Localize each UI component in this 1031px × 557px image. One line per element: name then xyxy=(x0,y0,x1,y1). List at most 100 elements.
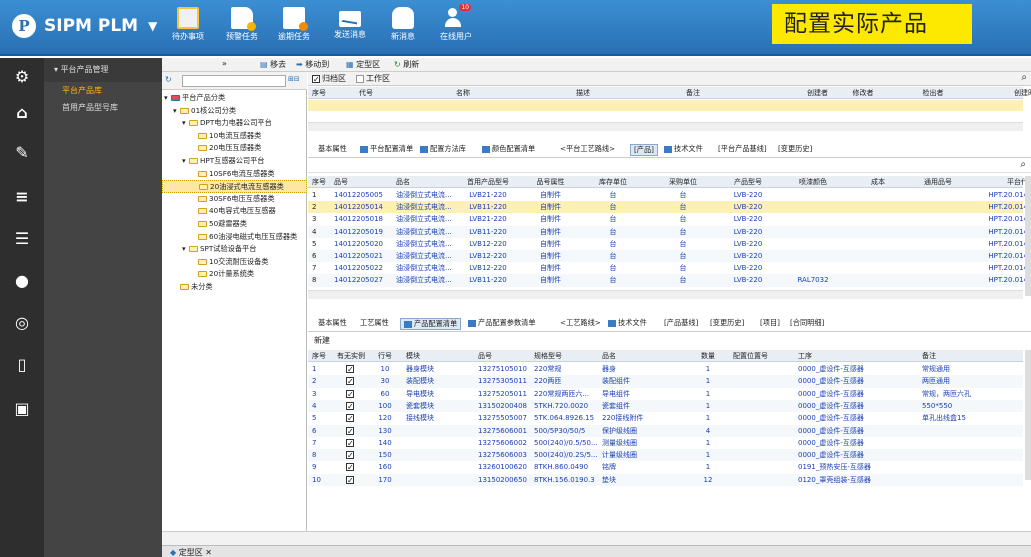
tree-node[interactable]: 50避雷器类 xyxy=(162,218,307,231)
todo-button[interactable]: 待办事项 xyxy=(160,7,216,42)
tab-7[interactable]: [平台产品基线] xyxy=(718,144,767,154)
tab-2[interactable]: 产品配置清单 xyxy=(400,318,462,330)
column-header[interactable]: 修改者 xyxy=(828,87,898,99)
tree-expand-icon[interactable]: ⊞⊟ xyxy=(288,75,302,87)
archive-area-toggle[interactable]: 归档区 xyxy=(312,73,346,84)
column-header[interactable]: 备注 xyxy=(648,87,738,99)
table-row[interactable]: 6 14012205021 油浸倒立式电流... LVB12-220 自制件 台 台 LVB-… xyxy=(308,250,1028,263)
column-header[interactable]: 品号 xyxy=(478,350,528,362)
tab-1[interactable]: 平台配置清单 xyxy=(360,144,413,154)
column-header[interactable]: 成本 xyxy=(848,176,908,188)
tab-7[interactable]: [变更历史] xyxy=(710,318,744,328)
column-header[interactable]: 工序 xyxy=(798,350,878,362)
column-header[interactable]: 首用产品型号 xyxy=(458,176,518,188)
column-header[interactable]: 创建者 xyxy=(738,87,828,99)
target-icon[interactable]: ◎ xyxy=(11,312,33,334)
column-header[interactable]: 品名 xyxy=(396,176,451,188)
table-row[interactable]: 7 140 13275606002 500(240)/0.5/50... 测量级线圈 1 0… xyxy=(308,437,1023,449)
search-icon[interactable]: ⌕ xyxy=(1020,159,1026,170)
new-message-button[interactable]: 新消息 xyxy=(375,7,431,42)
nav-item-model-library[interactable]: 首用产品型号库 xyxy=(44,99,162,116)
column-header[interactable]: 描述 xyxy=(518,87,648,99)
instance-checkbox[interactable] xyxy=(346,389,354,398)
mid-horizontal-scrollbar[interactable] xyxy=(308,290,1023,299)
tree-node[interactable]: 10交流耐压设备类 xyxy=(162,256,307,269)
column-header[interactable]: 创建时间 xyxy=(968,87,1031,99)
overdue-task-button[interactable]: 逾期任务 xyxy=(266,7,322,42)
instance-checkbox[interactable] xyxy=(346,377,354,386)
table-row[interactable]: 2 14012205014 油浸倒立式电流... LVB11-220 自制件 台 台 LVB-… xyxy=(308,201,1028,214)
work-area-toggle[interactable]: 工作区 xyxy=(356,73,390,84)
tab-0[interactable]: 基本属性 xyxy=(318,318,347,328)
column-header[interactable]: 规格型号 xyxy=(534,350,602,362)
nav-item-platform-library[interactable]: 平台产品库 xyxy=(44,82,162,99)
table-row[interactable]: 8 150 13275606003 500(240)/0.2S/5... 计量级线圈 1 0… xyxy=(308,449,1023,462)
warning-task-button[interactable]: 预警任务 xyxy=(214,7,270,42)
column-header[interactable]: 产品型号 xyxy=(713,176,783,188)
tab-5[interactable]: [产品] xyxy=(630,144,658,156)
tree-search-input[interactable] xyxy=(182,75,286,87)
database-settings-icon[interactable]: ≡ xyxy=(11,186,33,208)
instance-checkbox[interactable] xyxy=(346,475,354,484)
column-header[interactable]: 数量 xyxy=(688,350,728,362)
nav-section-header[interactable]: ▾ 平台产品管理 xyxy=(44,58,162,82)
move-out-button[interactable]: ▤ 移去 xyxy=(260,59,286,70)
settings-icon[interactable]: ⚙ xyxy=(11,66,33,88)
column-header[interactable]: 品名 xyxy=(602,350,662,362)
instance-checkbox[interactable] xyxy=(346,426,354,435)
tree-node[interactable]: 10SF6电流互感器类 xyxy=(162,168,307,181)
tree-node[interactable]: 未分类 xyxy=(162,281,307,294)
column-header[interactable]: 平台代 xyxy=(968,176,1028,188)
tab-6[interactable]: 技术文件 xyxy=(664,144,703,154)
column-header[interactable]: 配置位置号 xyxy=(733,350,793,362)
tab-4[interactable]: <平台工艺路线> xyxy=(560,144,615,154)
tree-node[interactable]: 10电流互感器类 xyxy=(162,130,307,143)
tab-6[interactable]: [产品基线] xyxy=(664,318,698,328)
move-to-button[interactable]: ➡ 移动到 xyxy=(296,59,329,70)
refresh-button[interactable]: ↻ 刷新 xyxy=(394,59,419,70)
column-header[interactable]: 行号 xyxy=(370,350,400,362)
tree-refresh-icon[interactable]: ↻ xyxy=(165,75,172,84)
tab-2[interactable]: 配置方法库 xyxy=(420,144,466,154)
detail-search-bar[interactable]: ⌕ xyxy=(308,159,1031,173)
send-message-button[interactable]: 发送消息 xyxy=(322,7,378,40)
table-row[interactable]: 4 14012205019 油浸倒立式电流... LVB11-220 自制件 台 台 LVB-… xyxy=(308,225,1028,238)
table-row[interactable]: 3 14012205018 油浸倒立式电流... LVB21-220 自制件 台 台 LVB-… xyxy=(308,213,1028,225)
tree-node[interactable]: ▾ DPT电力电器公司平台 xyxy=(162,117,307,130)
tab-8[interactable]: [变更历史] xyxy=(778,144,812,154)
column-header[interactable]: 喷漆颜色 xyxy=(778,176,848,188)
table-row[interactable] xyxy=(308,100,1023,111)
column-header[interactable]: 序号 xyxy=(312,176,332,188)
tree-node[interactable]: ▾ 01核公司分类 xyxy=(162,105,307,118)
tree-node[interactable]: 20计量系统类 xyxy=(162,268,307,281)
column-header[interactable]: 序号 xyxy=(312,87,332,99)
tab-5[interactable]: 技术文件 xyxy=(608,318,647,328)
instance-checkbox[interactable] xyxy=(346,463,354,472)
table-row[interactable]: 1 14012205005 油浸倒立式电流... LVB21-220 自制件 台 台 LVB-… xyxy=(308,189,1028,201)
tab-1[interactable]: 工艺属性 xyxy=(360,318,389,328)
chat-icon[interactable]: ● xyxy=(11,270,33,292)
tab-0[interactable]: 基本属性 xyxy=(318,144,347,154)
search-icon[interactable]: ⌕ xyxy=(1021,72,1027,83)
tree-node[interactable]: ▾ SPT试验设备平台 xyxy=(162,243,307,256)
instance-checkbox[interactable] xyxy=(346,438,354,447)
tree-node[interactable]: 20电压互感器类 xyxy=(162,142,307,155)
tab-9[interactable]: [合同明细] xyxy=(790,318,824,328)
table-row[interactable]: 4 100 瓷套模块 13150200408 5TKH.720.0020 瓷套组件 1 000… xyxy=(308,399,1023,413)
tree-node[interactable]: ▾ 平台产品分类 xyxy=(162,92,307,105)
tab-8[interactable]: [项目] xyxy=(760,318,780,328)
column-header[interactable]: 模块 xyxy=(406,350,466,362)
column-header[interactable]: 有无实例 xyxy=(332,350,370,362)
tab-3[interactable]: 颜色配置清单 xyxy=(482,144,535,154)
collapse-icon[interactable]: » xyxy=(222,59,227,68)
table-row[interactable]: 5 14012205020 油浸倒立式电流... LVB12-220 自制件 台 台 LVB-… xyxy=(308,238,1028,250)
tree-node[interactable]: 30SF6电压互感器类 xyxy=(162,193,307,206)
instance-checkbox[interactable] xyxy=(346,451,354,460)
tree-node[interactable]: 20油浸式电流互感器类 xyxy=(162,180,307,193)
table-row[interactable]: 8 14012205027 油浸倒立式电流... LVB11-220 自制件 台 台 LVB-… xyxy=(308,274,1028,287)
column-header[interactable]: 备注 xyxy=(922,350,1012,362)
column-header[interactable]: 序号 xyxy=(312,350,330,362)
location-button[interactable]: ▦ 定型区 xyxy=(346,59,380,70)
tree-node[interactable]: 40电容式电压互感器 xyxy=(162,205,307,218)
monitor-icon[interactable]: ▣ xyxy=(11,398,33,420)
